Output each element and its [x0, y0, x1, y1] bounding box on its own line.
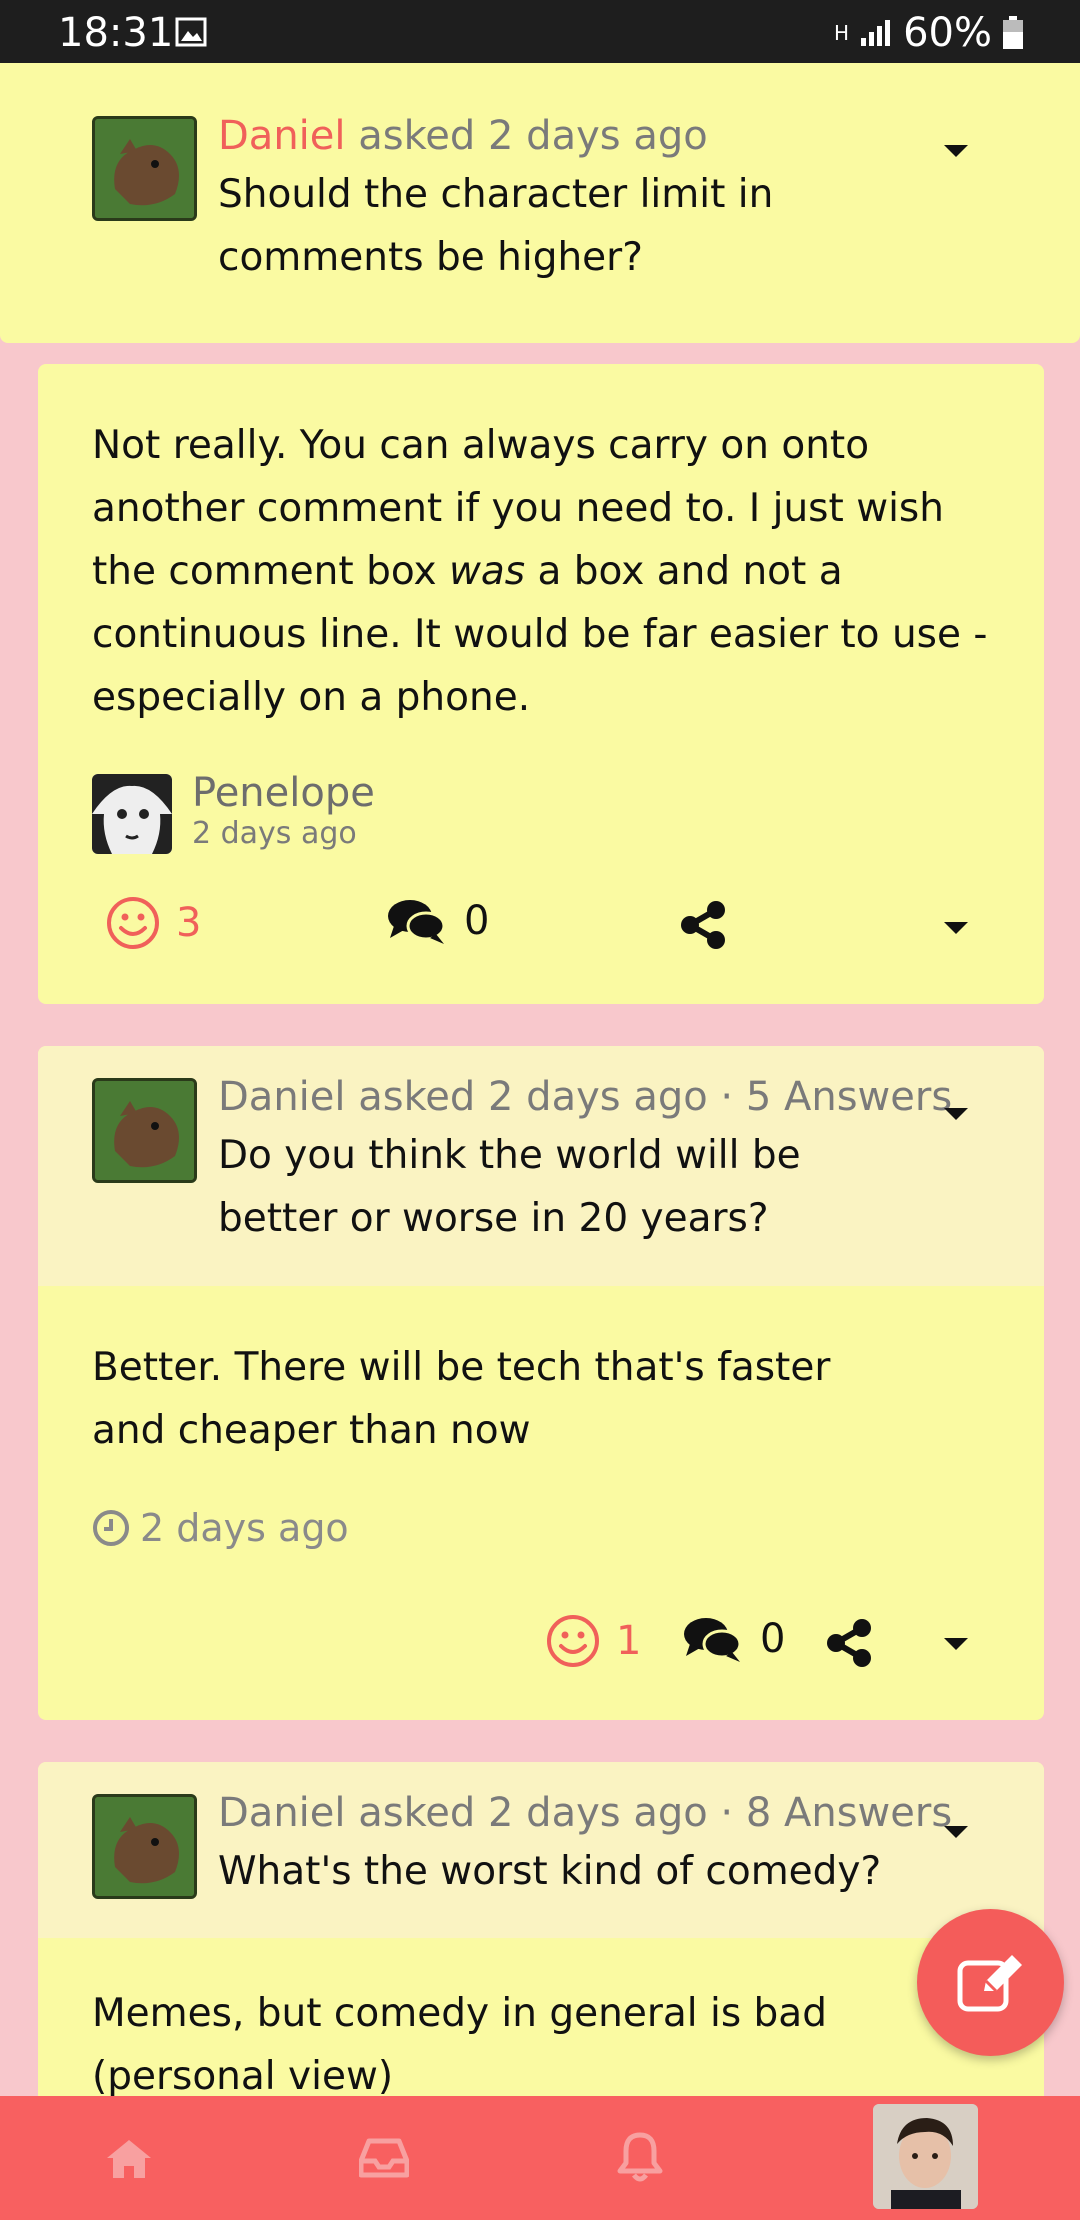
comment-button[interactable]: 0 [682, 1614, 785, 1664]
status-time: 18:31 [58, 10, 174, 56]
comment-count: 0 [760, 1616, 786, 1662]
asker-avatar[interactable] [92, 116, 197, 221]
question-header[interactable]: Daniel asked 2 days ago Should the chara… [0, 63, 1080, 343]
question-text[interactable]: Should the character limit in comments b… [218, 163, 778, 289]
beaver-avatar-icon [95, 1797, 194, 1896]
chevron-down-icon[interactable] [944, 145, 968, 157]
edit-icon [957, 1954, 1022, 2011]
like-count: 1 [616, 1618, 642, 1664]
like-count: 3 [176, 900, 202, 946]
like-button[interactable]: 1 [546, 1614, 641, 1668]
like-button[interactable]: 3 [106, 896, 201, 950]
nav-inbox[interactable] [354, 2096, 414, 2220]
chevron-down-icon[interactable] [944, 1108, 968, 1120]
nav-home[interactable] [90, 2096, 168, 2220]
network-type: H [834, 21, 850, 45]
profile-avatar[interactable] [873, 2104, 978, 2209]
signal-icon [861, 20, 891, 46]
smile-icon [107, 897, 159, 949]
question-text[interactable]: Do you think the world will be better or… [218, 1124, 918, 1250]
chevron-down-icon[interactable] [944, 922, 968, 934]
asker-name[interactable]: Daniel [218, 113, 346, 159]
beaver-avatar-icon [95, 1081, 194, 1180]
comment-button[interactable]: 0 [386, 896, 489, 946]
question-meta: Daniel asked 2 days ago · 8 Answers [218, 1790, 953, 1836]
comments-icon [388, 900, 446, 944]
penelope-avatar-icon [92, 774, 172, 854]
answer-card: Not really. You can always carry on onto… [38, 364, 1044, 1004]
asker-avatar[interactable] [92, 1794, 197, 1899]
author-avatar[interactable] [92, 774, 172, 854]
share-icon[interactable] [676, 898, 730, 952]
share-icon[interactable] [822, 1616, 876, 1670]
nav-notifications[interactable] [612, 2096, 668, 2220]
home-icon [107, 2140, 151, 2178]
asker-avatar[interactable] [92, 1078, 197, 1183]
question-meta: Daniel asked 2 days ago · 5 Answers [218, 1074, 953, 1120]
comment-count: 0 [464, 898, 490, 944]
question-meta: Daniel asked 2 days ago [218, 113, 708, 159]
question-card: Daniel asked 2 days ago · 5 Answers Do y… [38, 1046, 1044, 1720]
battery-icon [1003, 16, 1023, 49]
battery-percent: 60% [903, 10, 992, 56]
chevron-down-icon[interactable] [944, 1638, 968, 1650]
question-text[interactable]: What's the worst kind of comedy? [218, 1840, 918, 1903]
answer-text[interactable]: Better. There will be tech that's faster… [92, 1336, 912, 1462]
comments-icon [684, 1618, 742, 1662]
status-right: H 60% [834, 10, 1024, 56]
beaver-avatar-icon [95, 119, 194, 218]
author-name[interactable]: Penelope [192, 770, 375, 816]
answer-time: 2 days ago [92, 1506, 349, 1550]
bottom-navigation [0, 2096, 1080, 2220]
chevron-down-icon[interactable] [944, 1826, 968, 1838]
profile-photo-icon [873, 2104, 978, 2209]
smile-icon [547, 1615, 599, 1667]
inbox-icon [359, 2138, 409, 2178]
answer-text: Not really. You can always carry on onto… [92, 423, 988, 720]
answer-text[interactable]: Memes, but comedy in general is bad (per… [92, 1982, 992, 2108]
bell-icon [617, 2132, 663, 2182]
answer-time: 2 days ago [192, 816, 357, 851]
image-notification-icon [175, 17, 207, 47]
compose-button[interactable] [917, 1909, 1064, 2056]
status-bar: 18:31 H 60% [0, 0, 1080, 63]
clock-icon [93, 1510, 129, 1546]
